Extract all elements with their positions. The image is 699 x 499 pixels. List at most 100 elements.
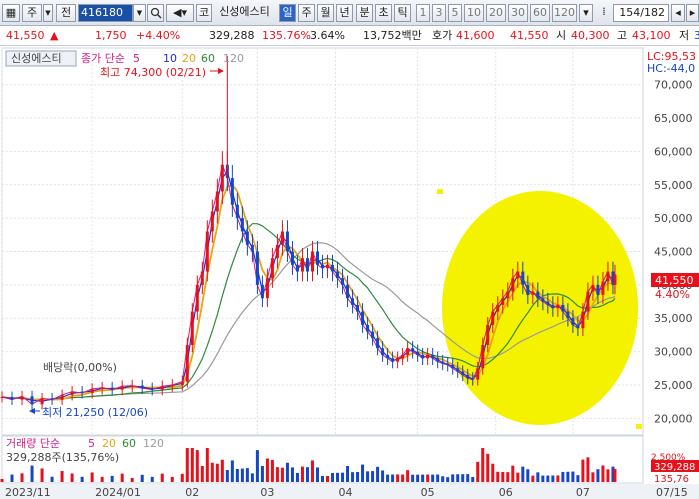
search-icon[interactable] xyxy=(147,4,164,22)
volume-bar-8 xyxy=(80,476,84,482)
candle-body-9 xyxy=(90,388,94,393)
volume-bar-12 xyxy=(120,473,124,482)
volume-bar-91 xyxy=(546,475,550,482)
volume-bar-30 xyxy=(240,468,244,482)
scroll-left-icon[interactable]: ◂ xyxy=(671,4,685,22)
candle-body-68 xyxy=(431,354,435,359)
volume-bar-85 xyxy=(516,472,520,482)
volume-bar-1 xyxy=(10,474,14,482)
candle-body-15 xyxy=(150,388,154,390)
x-tick-0: 2023/11 xyxy=(5,486,51,499)
low-price: 3 xyxy=(694,29,699,42)
volume-bar-21 xyxy=(195,450,199,482)
x-tick-3: 03 xyxy=(260,486,274,499)
volume-bar-32 xyxy=(250,473,254,482)
stock-title-text: 신성에스티 xyxy=(11,52,62,65)
interval-dropdown-icon[interactable]: ▾ xyxy=(579,4,593,22)
interval-20[interactable]: 20 xyxy=(486,4,506,22)
volume-bar-97 xyxy=(576,475,580,482)
volume-bar-54 xyxy=(361,464,365,482)
candle-body-81 xyxy=(496,304,500,312)
candle-body-82 xyxy=(501,298,505,305)
price-chart[interactable]: 20,00025,00030,00035,00040,00045,00050,0… xyxy=(0,46,699,499)
interval-30[interactable]: 30 xyxy=(508,4,528,22)
volume-icon[interactable]: ◀▾ xyxy=(166,4,194,22)
volume-bar-26 xyxy=(220,459,224,482)
period-day[interactable]: 일 xyxy=(279,4,296,22)
candle-body-86 xyxy=(521,271,525,285)
candle-body-101 xyxy=(596,284,600,295)
volume-bar-103 xyxy=(606,469,610,482)
candle-body-56 xyxy=(371,331,375,339)
interval-10[interactable]: 10 xyxy=(464,4,484,22)
candle-body-79 xyxy=(486,324,490,345)
period-year[interactable]: 년 xyxy=(336,4,353,22)
turnover-rate: 3.64% xyxy=(310,29,345,42)
volume-bar-22 xyxy=(200,466,204,482)
volume-bar-16 xyxy=(160,473,164,482)
volume-bar-63 xyxy=(406,470,410,482)
volume-bar-57 xyxy=(376,466,380,482)
volume-bar-51 xyxy=(346,466,350,482)
vol-tag-1: 329,288 xyxy=(654,462,695,473)
volume-value: 329,288 xyxy=(209,29,255,42)
x-tick-2: 02 xyxy=(185,486,199,499)
volume-bar-60 xyxy=(391,474,395,482)
volume-bar-40 xyxy=(290,467,294,482)
chart-type-icon[interactable]: ▦ xyxy=(2,4,20,22)
code-dropdown-icon[interactable]: ▼ xyxy=(133,4,146,22)
chart-options-icon[interactable]: ⁞ xyxy=(596,4,612,22)
candle-body-26 xyxy=(220,164,224,192)
time-axis-ticks: 2023/11 2024/01 02 03 04 05 06 07 07/15 xyxy=(5,486,688,499)
chevron-down-icon[interactable]: ▼ xyxy=(43,4,53,22)
volume-bar-14 xyxy=(140,474,144,482)
candle-body-13 xyxy=(130,385,134,387)
price-tag: 41,550 xyxy=(655,274,694,287)
volume-bar-99 xyxy=(586,457,590,482)
candle-body-93 xyxy=(556,304,560,309)
volume-bar-19 xyxy=(185,448,189,482)
period-minute[interactable]: 분 xyxy=(356,4,373,22)
interval-3[interactable]: 3 xyxy=(432,4,446,22)
candle-body-7 xyxy=(70,391,74,395)
volume-bar-6 xyxy=(60,471,64,482)
candle-body-33 xyxy=(255,251,259,285)
period-week[interactable]: 주 xyxy=(298,4,315,22)
candle-body-17 xyxy=(170,384,174,387)
interval-5[interactable]: 5 xyxy=(448,4,462,22)
volume-bar-92 xyxy=(551,475,555,482)
y-tick-35000: 35,000 xyxy=(654,312,693,325)
x-tick-4: 04 xyxy=(339,486,353,499)
candle-body-55 xyxy=(366,324,370,332)
candle-body-34 xyxy=(260,284,264,299)
volume-bar-46 xyxy=(321,475,324,482)
code-input[interactable]: 416180 xyxy=(78,4,133,22)
interval-1[interactable]: 1 xyxy=(416,4,430,22)
volume-bar-20 xyxy=(190,448,194,482)
x-tick-6: 06 xyxy=(499,486,513,499)
interval-60[interactable]: 60 xyxy=(530,4,550,22)
tab-2[interactable]: 전 xyxy=(56,4,76,22)
volume-bar-43 xyxy=(305,467,309,482)
tab-1[interactable]: 주 xyxy=(22,4,42,22)
candle-body-57 xyxy=(376,338,380,349)
scroll-right-icon[interactable]: ▸ xyxy=(686,4,699,22)
ask-price-1: 41,600 xyxy=(456,29,495,42)
candle-body-73 xyxy=(456,368,460,372)
page-counter[interactable]: 154/182 xyxy=(613,4,669,22)
candle-body-75 xyxy=(466,374,470,379)
volume-bar-93 xyxy=(556,475,560,482)
y-tick-70000: 70,000 xyxy=(654,79,693,92)
candle-body-63 xyxy=(406,348,410,355)
period-second[interactable]: 초 xyxy=(375,4,392,22)
candle-body-94 xyxy=(561,304,565,312)
candle-body-83 xyxy=(506,291,510,299)
candle-body-21 xyxy=(195,284,199,312)
candle-body-23 xyxy=(205,231,209,272)
high-label: 고 xyxy=(617,29,628,42)
period-month[interactable]: 월 xyxy=(317,4,334,22)
interval-120[interactable]: 120 xyxy=(552,4,577,22)
candle-body-59 xyxy=(386,354,390,359)
volume-bar-95 xyxy=(566,471,570,482)
period-tick[interactable]: 틱 xyxy=(394,4,411,22)
